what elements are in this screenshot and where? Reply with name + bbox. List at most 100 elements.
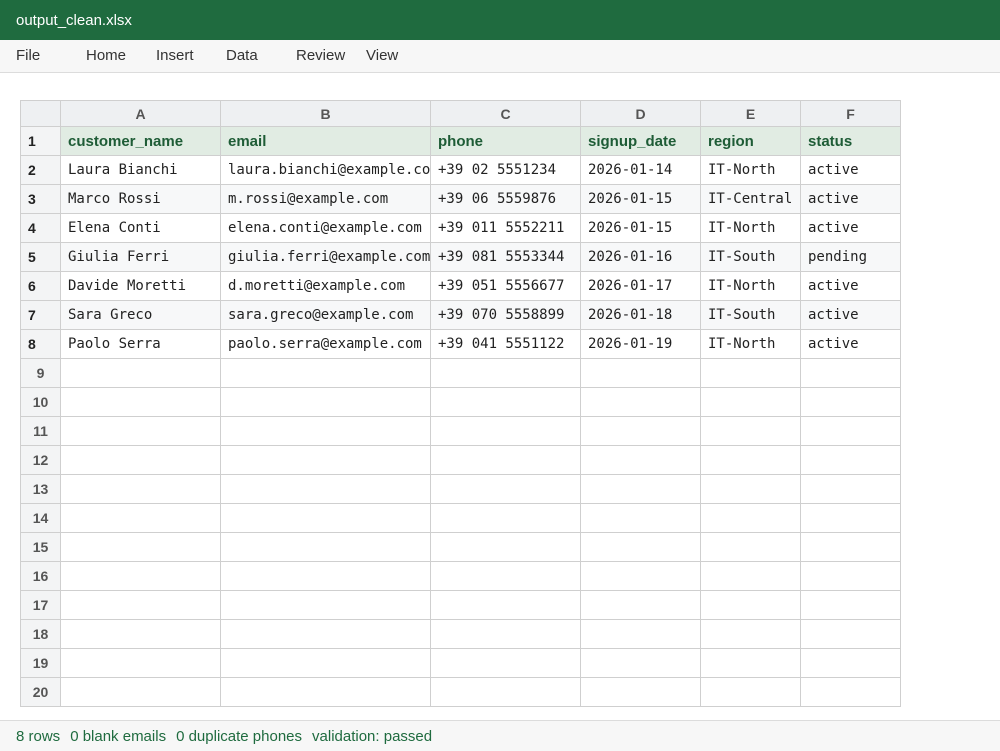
cell[interactable]: 2026-01-18 bbox=[580, 300, 701, 330]
menu-view[interactable]: View bbox=[366, 40, 398, 72]
cell[interactable] bbox=[60, 445, 221, 475]
cell[interactable]: active bbox=[800, 300, 901, 330]
cell[interactable]: status bbox=[800, 126, 901, 156]
cell[interactable]: +39 06 5559876 bbox=[430, 184, 581, 214]
cell[interactable] bbox=[580, 358, 701, 388]
column-header-e[interactable]: E bbox=[700, 100, 801, 127]
cell[interactable] bbox=[800, 561, 901, 591]
cell[interactable] bbox=[700, 387, 801, 417]
cell[interactable]: Davide Moretti bbox=[60, 271, 221, 301]
column-header-a[interactable]: A bbox=[60, 100, 221, 127]
cell[interactable] bbox=[220, 619, 431, 649]
cell[interactable]: pending bbox=[800, 242, 901, 272]
cell[interactable] bbox=[800, 358, 901, 388]
cell[interactable] bbox=[220, 561, 431, 591]
cell[interactable] bbox=[700, 503, 801, 533]
cell[interactable] bbox=[220, 474, 431, 504]
cell[interactable] bbox=[700, 474, 801, 504]
cell[interactable] bbox=[220, 358, 431, 388]
cell[interactable]: +39 081 5553344 bbox=[430, 242, 581, 272]
cell[interactable] bbox=[220, 532, 431, 562]
cell[interactable]: IT-South bbox=[700, 300, 801, 330]
cell[interactable] bbox=[220, 590, 431, 620]
cell[interactable] bbox=[800, 474, 901, 504]
column-header-d[interactable]: D bbox=[580, 100, 701, 127]
menu-review[interactable]: Review bbox=[296, 40, 345, 72]
cell[interactable]: Paolo Serra bbox=[60, 329, 221, 359]
row-header[interactable]: 12 bbox=[20, 445, 61, 475]
cell[interactable]: 2026-01-17 bbox=[580, 271, 701, 301]
cell[interactable] bbox=[580, 445, 701, 475]
cell[interactable]: active bbox=[800, 155, 901, 185]
cell[interactable] bbox=[580, 561, 701, 591]
row-header[interactable]: 6 bbox=[20, 271, 61, 301]
cell[interactable] bbox=[430, 503, 581, 533]
cell[interactable] bbox=[60, 532, 221, 562]
cell[interactable] bbox=[430, 619, 581, 649]
cell[interactable] bbox=[580, 387, 701, 417]
cell[interactable] bbox=[430, 445, 581, 475]
cell[interactable] bbox=[60, 648, 221, 678]
cell[interactable]: phone bbox=[430, 126, 581, 156]
row-header[interactable]: 9 bbox=[20, 358, 61, 388]
cell[interactable] bbox=[700, 561, 801, 591]
cell[interactable]: active bbox=[800, 184, 901, 214]
cell[interactable] bbox=[430, 590, 581, 620]
cell[interactable] bbox=[580, 677, 701, 707]
cell[interactable]: email bbox=[220, 126, 431, 156]
cell[interactable] bbox=[430, 358, 581, 388]
menu-file[interactable]: File bbox=[16, 40, 40, 72]
cell[interactable] bbox=[700, 619, 801, 649]
cell[interactable]: IT-North bbox=[700, 329, 801, 359]
row-header[interactable]: 2 bbox=[20, 155, 61, 185]
row-header[interactable]: 10 bbox=[20, 387, 61, 417]
cell[interactable] bbox=[430, 648, 581, 678]
cell[interactable]: sara.greco@example.com bbox=[220, 300, 431, 330]
cell[interactable]: Giulia Ferri bbox=[60, 242, 221, 272]
cell[interactable]: Sara Greco bbox=[60, 300, 221, 330]
cell[interactable]: 2026-01-15 bbox=[580, 184, 701, 214]
cell[interactable]: active bbox=[800, 213, 901, 243]
row-header[interactable]: 11 bbox=[20, 416, 61, 446]
row-header[interactable]: 18 bbox=[20, 619, 61, 649]
cell[interactable] bbox=[60, 561, 221, 591]
cell[interactable] bbox=[800, 532, 901, 562]
cell[interactable] bbox=[700, 416, 801, 446]
cell[interactable] bbox=[580, 532, 701, 562]
cell[interactable] bbox=[430, 677, 581, 707]
cell[interactable] bbox=[220, 445, 431, 475]
cell[interactable] bbox=[800, 503, 901, 533]
cell[interactable] bbox=[430, 474, 581, 504]
row-header[interactable]: 7 bbox=[20, 300, 61, 330]
cell[interactable]: d.moretti@example.com bbox=[220, 271, 431, 301]
cell[interactable] bbox=[430, 532, 581, 562]
row-header[interactable]: 13 bbox=[20, 474, 61, 504]
cell[interactable] bbox=[430, 561, 581, 591]
cell[interactable] bbox=[220, 416, 431, 446]
cell[interactable] bbox=[60, 416, 221, 446]
cell[interactable] bbox=[220, 648, 431, 678]
cell[interactable]: 2026-01-16 bbox=[580, 242, 701, 272]
cell[interactable] bbox=[60, 677, 221, 707]
cell[interactable] bbox=[800, 677, 901, 707]
column-header-f[interactable]: F bbox=[800, 100, 901, 127]
cell[interactable] bbox=[800, 416, 901, 446]
menu-home[interactable]: Home bbox=[86, 40, 126, 72]
cell[interactable] bbox=[220, 677, 431, 707]
cell[interactable] bbox=[60, 474, 221, 504]
cell[interactable] bbox=[430, 416, 581, 446]
cell[interactable] bbox=[60, 387, 221, 417]
row-header[interactable]: 16 bbox=[20, 561, 61, 591]
cell[interactable]: 2026-01-14 bbox=[580, 155, 701, 185]
cell[interactable] bbox=[60, 619, 221, 649]
cell[interactable] bbox=[700, 590, 801, 620]
cell[interactable]: +39 02 5551234 bbox=[430, 155, 581, 185]
cell[interactable]: region bbox=[700, 126, 801, 156]
row-header[interactable]: 5 bbox=[20, 242, 61, 272]
cell[interactable] bbox=[800, 648, 901, 678]
cell[interactable]: IT-South bbox=[700, 242, 801, 272]
cell[interactable] bbox=[700, 532, 801, 562]
cell[interactable] bbox=[60, 358, 221, 388]
select-all-corner[interactable] bbox=[20, 100, 61, 127]
row-header[interactable]: 14 bbox=[20, 503, 61, 533]
